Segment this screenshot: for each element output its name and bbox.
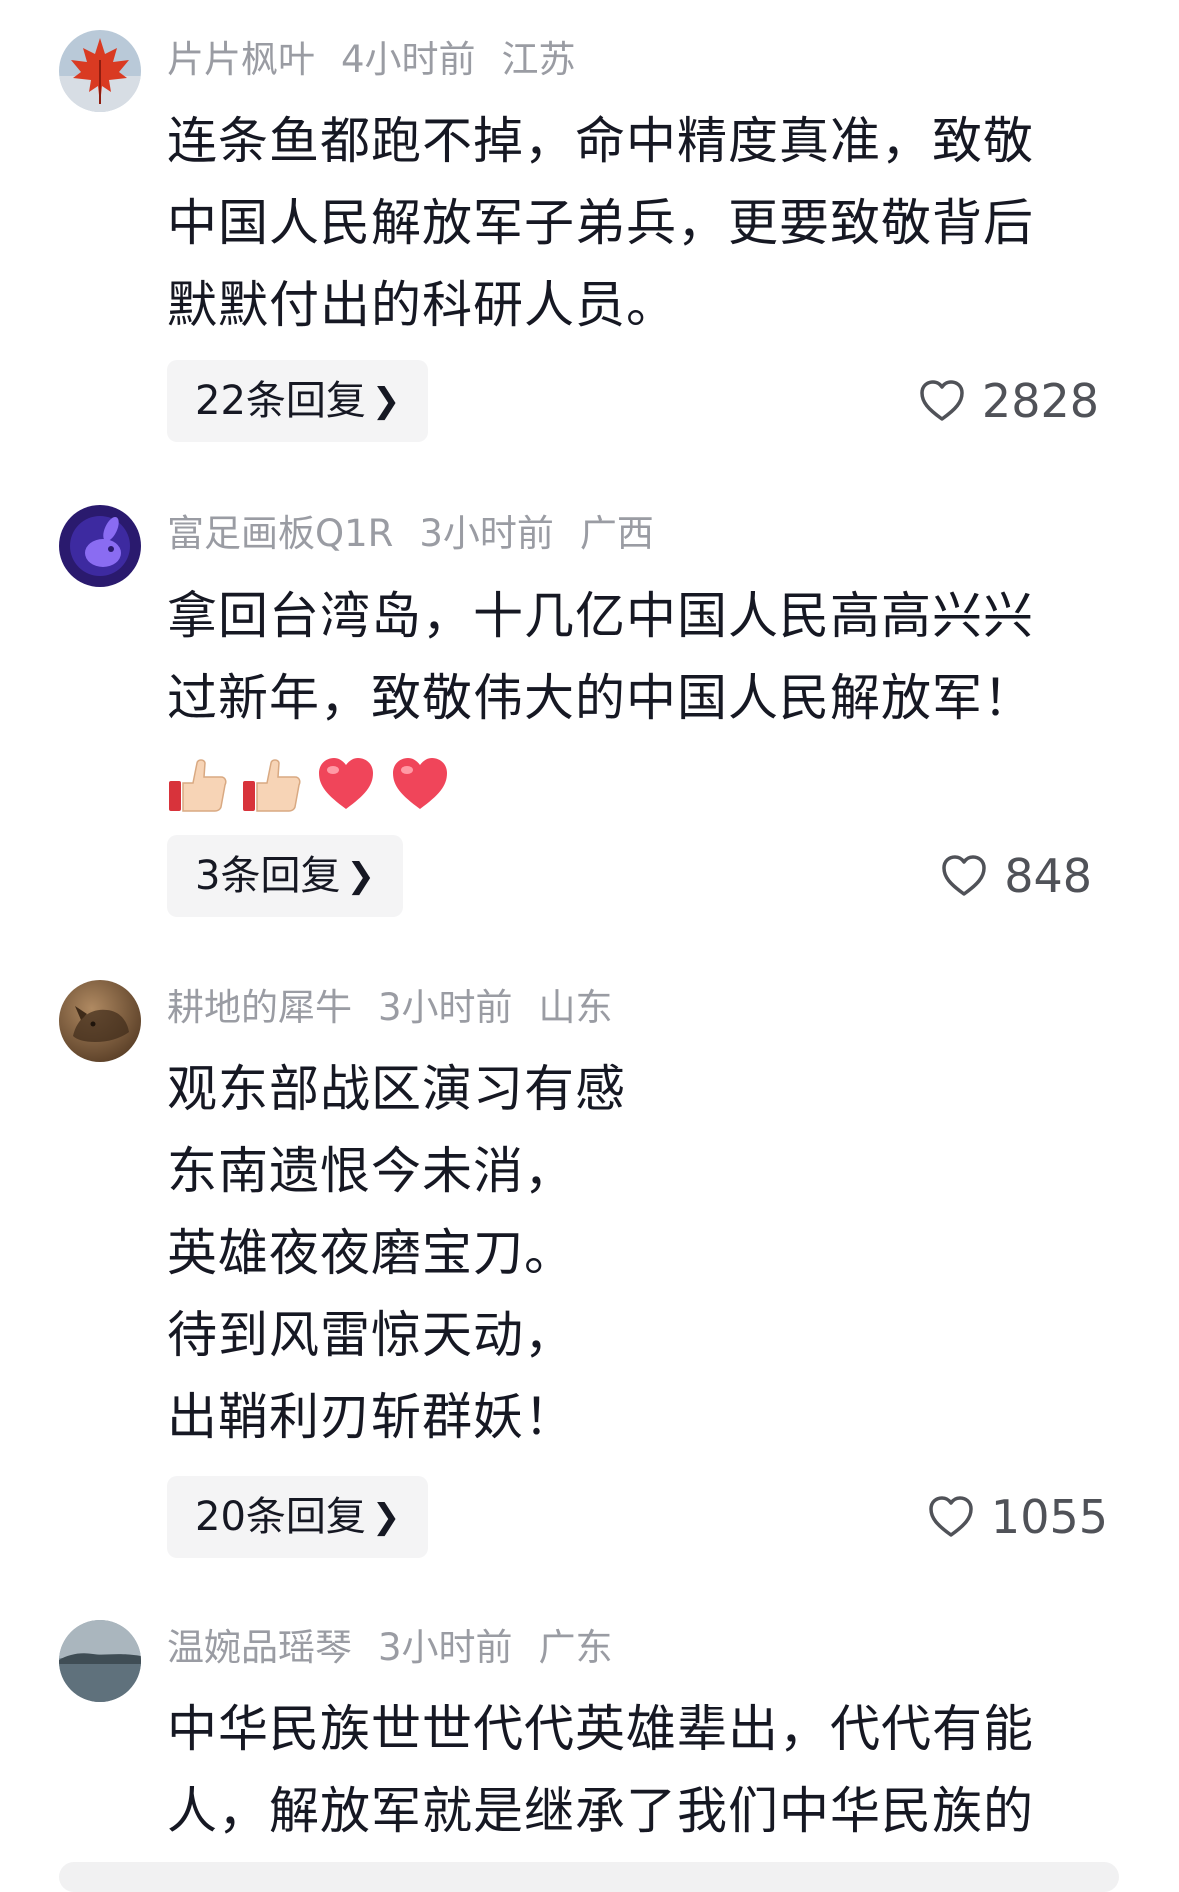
comment-line: 默默付出的科研人员。 [167, 276, 677, 334]
chevron-right-icon: ❯ [346, 856, 375, 896]
comment-time: 3小时前 [419, 512, 554, 555]
comment-time: 3小时前 [378, 986, 513, 1029]
comment-meta: 片片枫叶 4小时前 江苏 [167, 34, 602, 86]
bronze-rhino-avatar [59, 980, 141, 1062]
like-count: 848 [1004, 849, 1092, 903]
reply-count-label: 22条回复 [195, 378, 366, 424]
purple-rabbit-avatar [59, 505, 141, 587]
comment-line: 中国人民解放军子弟兵，更要致敬背后 [167, 194, 1034, 252]
reply-count-label: 20条回复 [195, 1494, 366, 1540]
comment-time: 3小时前 [378, 1626, 513, 1669]
heart-outline-icon [927, 1493, 975, 1541]
comment-meta: 富足画板Q1R 3小时前 广西 [167, 508, 680, 560]
heart-outline-icon [918, 377, 966, 425]
comment-line: 待到风雷惊天动， [167, 1306, 575, 1364]
chevron-right-icon: ❯ [371, 381, 401, 421]
like-count: 2828 [981, 374, 1099, 428]
user-avatar[interactable] [59, 505, 141, 587]
comment-line: 东南遗恨今未消， [167, 1142, 575, 1200]
comment-line: 中华民族世世代代英雄辈出，代代有能 [167, 1700, 1034, 1758]
chevron-right-icon: ❯ [371, 1497, 401, 1537]
like-button[interactable]: 2828 [918, 360, 1099, 442]
comment-line: 拿回台湾岛，十几亿中国人民高高兴兴 [167, 587, 1034, 645]
red-maple-leaf-avatar [59, 30, 141, 112]
comment-text: 中华民族世世代代英雄辈出，代代有能 人，解放军就是继承了我们中华民族的 [167, 1688, 1087, 1852]
comment-meta: 耕地的犀牛 3小时前 山东 [167, 982, 639, 1034]
comment-line: 观东部战区演习有感 [167, 1060, 626, 1118]
user-avatar[interactable] [59, 980, 141, 1062]
comment-line: 人，解放军就是继承了我们中华民族的 [167, 1782, 1034, 1840]
view-replies-button[interactable]: 3条回复 ❯ [167, 835, 403, 917]
comment-location: 广东 [538, 1626, 613, 1669]
like-button[interactable]: 848 [940, 835, 1092, 917]
comment-location: 江苏 [501, 38, 576, 81]
comment-location: 广西 [579, 512, 654, 555]
username[interactable]: 片片枫叶 [167, 38, 315, 81]
user-avatar[interactable] [59, 30, 141, 112]
comment-line: 英雄夜夜磨宝刀。 [167, 1224, 575, 1282]
username[interactable]: 耕地的犀牛 [167, 986, 352, 1029]
thumbs-up-emoji [241, 753, 303, 815]
heart-outline-icon [940, 852, 988, 900]
comment-text: 连条鱼都跑不掉，命中精度真准，致敬 中国人民解放军子弟兵，更要致敬背后 默默付出… [167, 100, 1087, 346]
like-count: 1055 [990, 1490, 1108, 1544]
comment-line: 过新年，致敬伟大的中国人民解放军！ [167, 669, 1034, 727]
username[interactable]: 温婉品瑶琴 [167, 1626, 352, 1669]
comment-input-bar[interactable] [59, 1862, 1119, 1892]
thumbs-up-emoji [167, 753, 229, 815]
view-replies-button[interactable]: 20条回复 ❯ [167, 1476, 429, 1558]
comment-line: 出鞘利刃斩群妖！ [167, 1388, 575, 1446]
red-heart-emoji [315, 753, 377, 815]
comment-meta: 温婉品瑶琴 3小时前 广东 [167, 1622, 639, 1674]
username[interactable]: 富足画板Q1R [167, 512, 393, 555]
like-button[interactable]: 1055 [927, 1476, 1108, 1558]
view-replies-button[interactable]: 22条回复 ❯ [167, 360, 429, 442]
reply-count-label: 3条回复 [195, 853, 341, 899]
user-avatar[interactable] [59, 1620, 141, 1702]
red-heart-emoji [389, 753, 451, 815]
comment-text: 观东部战区演习有感 东南遗恨今未消， 英雄夜夜磨宝刀。 待到风雷惊天动， 出鞘利… [167, 1048, 1087, 1458]
emoji-row [167, 739, 1087, 821]
comment-location: 山东 [538, 986, 613, 1029]
comment-line: 连条鱼都跑不掉，命中精度真准，致敬 [167, 112, 1034, 170]
comment-time: 4小时前 [341, 38, 476, 81]
lake-landscape-avatar [59, 1620, 141, 1702]
comment-text: 拿回台湾岛，十几亿中国人民高高兴兴 过新年，致敬伟大的中国人民解放军！ [167, 575, 1087, 821]
